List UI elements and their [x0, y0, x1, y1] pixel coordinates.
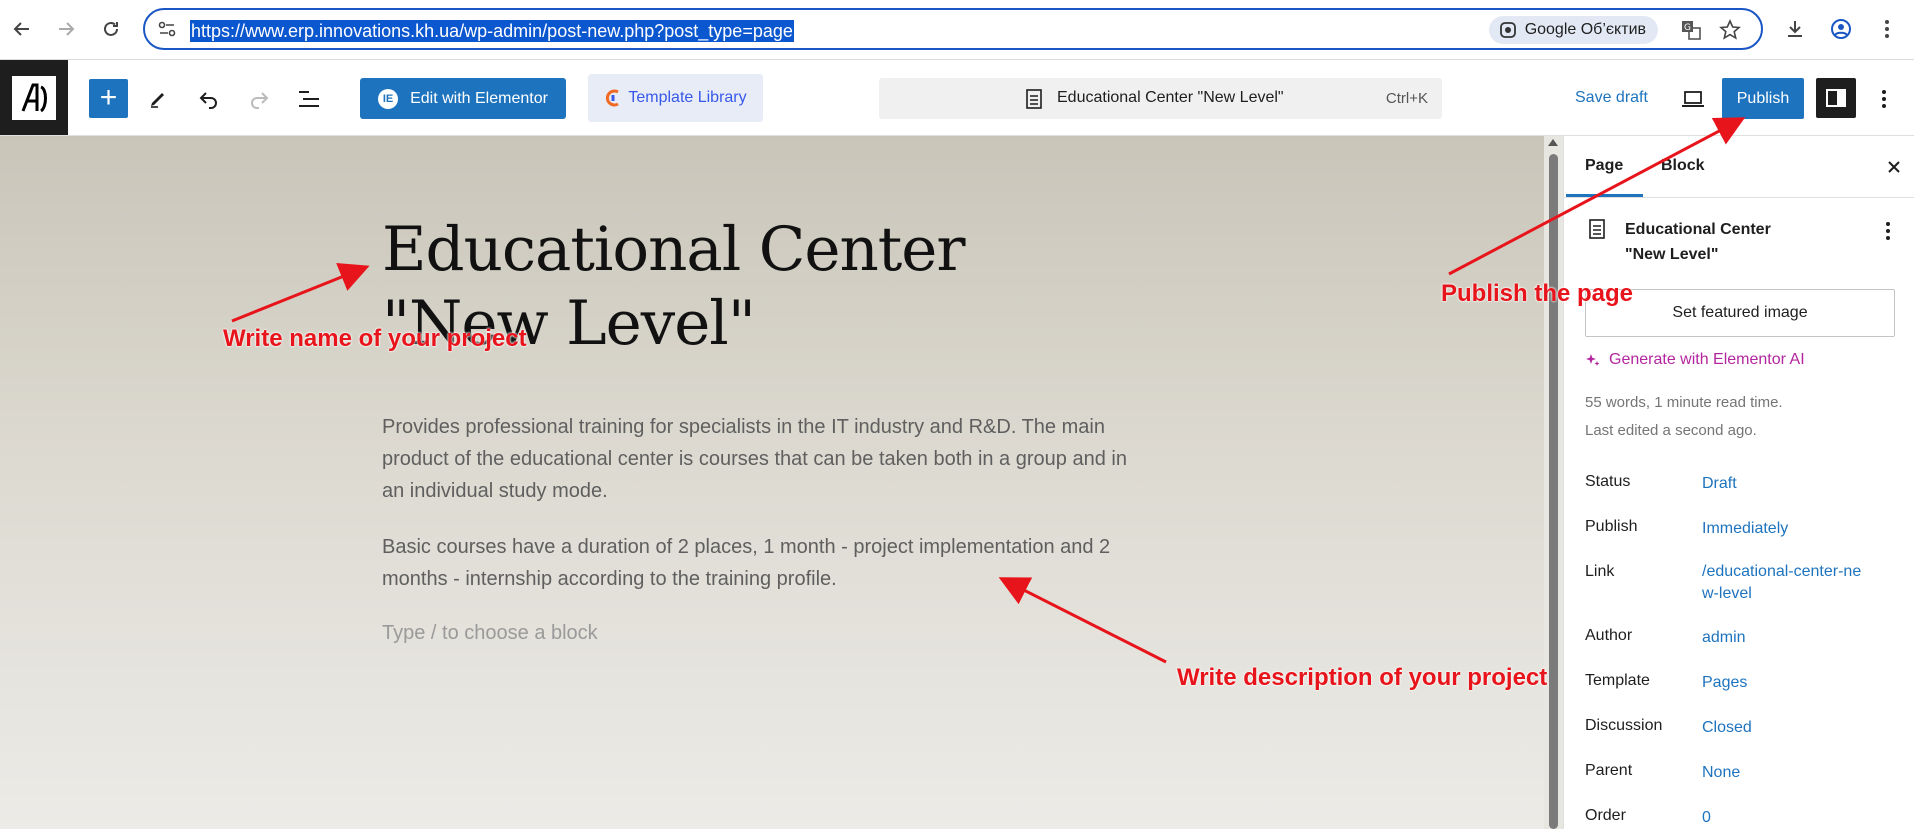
- title-hint-annotation: Write name of your project: [223, 325, 527, 352]
- permalink-value[interactable]: /educational-center-new-level: [1702, 561, 1862, 605]
- publish-hint-annotation: Publish the page: [1441, 280, 1634, 307]
- site-settings-icon[interactable]: [157, 19, 177, 44]
- redo-icon[interactable]: [242, 82, 276, 116]
- word-count: 55 words, 1 minute read time.: [1585, 394, 1783, 411]
- block-appender-placeholder[interactable]: Type / to choose a block: [382, 622, 598, 645]
- generate-ai-label: Generate with Elementor AI: [1609, 351, 1805, 368]
- back-arrow-icon[interactable]: [7, 14, 37, 44]
- preview-device-icon[interactable]: [1676, 82, 1710, 116]
- site-logo[interactable]: [0, 60, 68, 135]
- page-icon: [1589, 219, 1605, 239]
- sidebar-page-title: Educational Center "New Level": [1625, 221, 1771, 263]
- address-bar[interactable]: https://www.erp.innovations.kh.ua/wp-adm…: [143, 8, 1763, 50]
- reload-icon[interactable]: [96, 14, 126, 44]
- options-more-icon[interactable]: [1872, 82, 1896, 116]
- author-label: Author: [1585, 627, 1633, 644]
- undo-icon[interactable]: [192, 82, 226, 116]
- url-text[interactable]: https://www.erp.innovations.kh.ua/wp-adm…: [190, 20, 794, 42]
- browser-menu-icon[interactable]: [1872, 14, 1902, 44]
- sparkle-icon: [1586, 354, 1600, 366]
- tab-block[interactable]: Block: [1661, 157, 1705, 175]
- status-label: Status: [1585, 473, 1631, 490]
- svg-text:G: G: [1684, 23, 1691, 33]
- parent-value[interactable]: None: [1702, 762, 1872, 784]
- discussion-label: Discussion: [1585, 717, 1663, 734]
- bookmark-star-icon[interactable]: [1717, 17, 1743, 43]
- template-library-label: Template Library: [628, 89, 747, 106]
- save-draft-button[interactable]: Save draft: [1575, 89, 1648, 107]
- link-label: Link: [1585, 563, 1615, 580]
- generate-ai-link[interactable]: Generate with Elementor AI: [1585, 351, 1805, 369]
- template-library-button[interactable]: Template Library: [588, 74, 763, 122]
- edit-pencil-icon[interactable]: [141, 82, 175, 116]
- author-value[interactable]: admin: [1702, 627, 1872, 649]
- settings-sidebar: Page Block Educational Center "New Level…: [1563, 136, 1914, 829]
- google-lens-chip[interactable]: Google Об’єктив: [1488, 16, 1658, 44]
- translate-icon[interactable]: G: [1678, 17, 1704, 43]
- paragraph-block[interactable]: Basic courses have a duration of 2 place…: [382, 531, 1152, 595]
- add-block-button[interactable]: +: [89, 79, 128, 118]
- command-palette-bar[interactable]: Educational Center "New Level" Ctrl+K: [879, 78, 1442, 119]
- editor-toolbar: + IE Edit with Elementor Template Librar…: [0, 60, 1914, 136]
- canvas-scrollbar[interactable]: [1544, 136, 1563, 829]
- shortcut-hint: Ctrl+K: [1385, 90, 1428, 107]
- profile-icon[interactable]: [1826, 14, 1856, 44]
- divider: [1564, 197, 1914, 198]
- page-actions-more-icon[interactable]: [1876, 216, 1900, 246]
- settings-panel-toggle-icon[interactable]: [1816, 78, 1856, 118]
- elementor-button-label: Edit with Elementor: [410, 89, 548, 107]
- last-edited: Last edited a second ago.: [1585, 422, 1757, 439]
- lens-label: Google Об’єктив: [1524, 21, 1646, 38]
- template-value[interactable]: Pages: [1702, 672, 1872, 694]
- page-icon: [1026, 89, 1042, 109]
- lens-icon: [1499, 22, 1516, 38]
- elementor-icon: IE: [378, 88, 399, 109]
- description-hint-annotation: Write description of your project: [1177, 664, 1548, 691]
- scroll-up-icon[interactable]: [1548, 139, 1558, 146]
- site-logo-icon: [12, 75, 56, 120]
- document-title: Educational Center "New Level": [1057, 89, 1284, 106]
- browser-toolbar: https://www.erp.innovations.kh.ua/wp-adm…: [0, 0, 1914, 60]
- parent-label: Parent: [1585, 762, 1633, 779]
- publish-label: Publish: [1585, 518, 1638, 535]
- download-icon[interactable]: [1780, 14, 1810, 44]
- order-value[interactable]: 0: [1702, 807, 1872, 829]
- paragraph-block[interactable]: Provides professional training for speci…: [382, 411, 1152, 507]
- template-label: Template: [1585, 672, 1650, 689]
- publish-button[interactable]: Publish: [1722, 78, 1804, 119]
- tab-page[interactable]: Page: [1585, 157, 1623, 175]
- status-value[interactable]: Draft: [1702, 473, 1872, 495]
- forward-arrow-icon[interactable]: [51, 14, 81, 44]
- scrollbar-thumb[interactable]: [1549, 154, 1558, 829]
- template-library-icon: [606, 89, 620, 107]
- order-label: Order: [1585, 807, 1626, 824]
- close-icon[interactable]: [1881, 154, 1907, 180]
- edit-with-elementor-button[interactable]: IE Edit with Elementor: [360, 78, 566, 119]
- document-overview-icon[interactable]: [292, 82, 326, 116]
- publish-date-value[interactable]: Immediately: [1702, 518, 1872, 540]
- discussion-value[interactable]: Closed: [1702, 717, 1872, 739]
